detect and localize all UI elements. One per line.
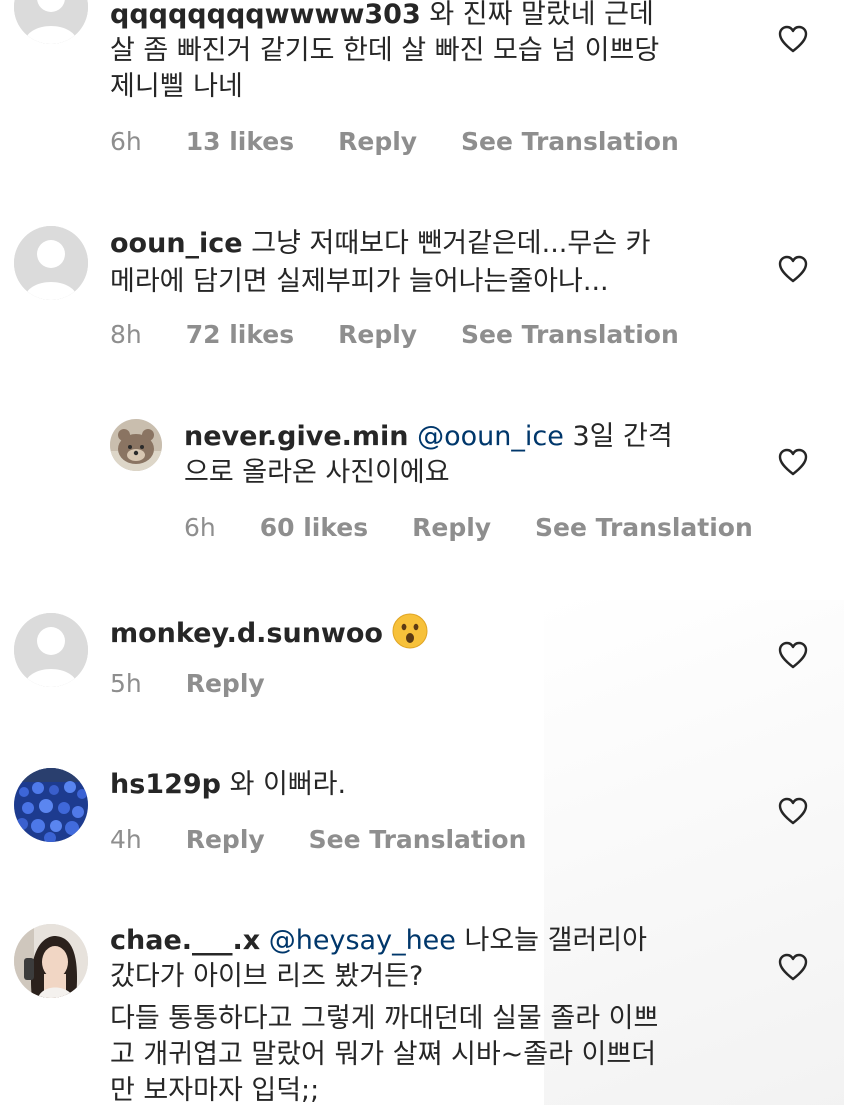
like-heart-icon[interactable]: [778, 953, 808, 981]
comment-text: hs129p 와 이뻐라.: [110, 767, 346, 803]
mention-link[interactable]: @heysay_hee: [269, 925, 456, 956]
reply-button[interactable]: Reply: [186, 825, 265, 855]
username-link[interactable]: chae.___.x: [110, 925, 260, 956]
comment-text: never.give.min @ooun_ice 3일 간격: [184, 419, 673, 455]
comment-body-line: 메라에 담기면 실제부피가 늘어나는줄아나...: [110, 266, 609, 297]
comment-body-line: 살 좀 빠진거 같기도 한데 살 빠진 모습 넘 이쁘당: [110, 35, 660, 66]
comment-text: ooun_ice 그냥 저때보다 뺀거같은데...무슨 카: [110, 226, 650, 262]
timestamp[interactable]: 6h: [110, 127, 142, 157]
comment-body-line: 갔다가 아이브 리즈 봤거든?: [110, 961, 424, 992]
comment-body: 와 이뻐라.: [229, 769, 347, 800]
selfie-avatar[interactable]: [14, 924, 88, 998]
comment-body-line: 제니삘 나네: [110, 71, 243, 102]
comment-body-line: 만 보자마자 입덕;;: [110, 1075, 320, 1106]
reply-button[interactable]: Reply: [338, 320, 417, 350]
reply-button[interactable]: Reply: [338, 127, 417, 157]
timestamp[interactable]: 5h: [110, 669, 142, 699]
likes-count[interactable]: 72 likes: [186, 320, 294, 350]
comment-body-line: 으로 올라온 사진이에요: [184, 457, 450, 488]
comment-meta: 6h 13 likes Reply See Translation: [110, 127, 715, 157]
timestamp[interactable]: 6h: [184, 513, 216, 543]
comment-body-line: 고 개귀엽고 말랐어 뭐가 살쪄 시바~졸라 이쁘더: [110, 1039, 657, 1070]
comment-text: chae.___.x @heysay_hee 나오늘 갤러리아: [110, 923, 647, 959]
bear-avatar[interactable]: [110, 419, 162, 471]
comment-meta: 5h Reply: [110, 669, 301, 699]
comment-meta: 4h Reply See Translation: [110, 825, 562, 855]
comment-body: 와 진짜 말랐네 근데: [429, 0, 654, 30]
default-avatar-icon[interactable]: [14, 0, 88, 44]
username-link[interactable]: never.give.min: [184, 421, 409, 452]
see-translation-button[interactable]: See Translation: [535, 513, 753, 543]
username-link[interactable]: ooun_ice: [110, 228, 243, 259]
timestamp[interactable]: 4h: [110, 825, 142, 855]
timestamp[interactable]: 8h: [110, 320, 142, 350]
likes-count[interactable]: 60 likes: [260, 513, 368, 543]
like-heart-icon[interactable]: [778, 797, 808, 825]
username-link[interactable]: hs129p: [110, 769, 221, 800]
comment-body-line: 다들 통통하다고 그렇게 까대던데 실물 졸라 이쁘: [110, 1003, 659, 1034]
like-heart-icon[interactable]: [778, 255, 808, 283]
comment-meta: 6h 60 likes Reply See Translation: [184, 513, 789, 543]
likes-count[interactable]: 13 likes: [186, 127, 294, 157]
blue-flowers-avatar[interactable]: [14, 768, 88, 842]
mention-link[interactable]: @ooun_ice: [417, 421, 564, 452]
default-avatar-icon[interactable]: [14, 613, 88, 687]
like-heart-icon[interactable]: [778, 25, 808, 53]
comment-body: 나오늘 갤러리아: [455, 925, 647, 956]
comment-body: 그냥 저때보다 뺀거같은데...무슨 카: [251, 228, 651, 259]
like-heart-icon[interactable]: [778, 641, 808, 669]
see-translation-button[interactable]: See Translation: [309, 825, 527, 855]
comment-body: 3일 간격: [572, 421, 673, 452]
default-avatar-icon[interactable]: [14, 226, 88, 300]
comment-meta: 8h 72 likes Reply See Translation: [110, 320, 715, 350]
like-heart-icon[interactable]: [778, 448, 808, 476]
reply-button[interactable]: Reply: [412, 513, 491, 543]
see-translation-button[interactable]: See Translation: [461, 320, 679, 350]
reply-button[interactable]: Reply: [186, 669, 265, 699]
see-translation-button[interactable]: See Translation: [461, 127, 679, 157]
comment-text: monkey.d.sunwoo: [110, 612, 429, 652]
comment-text: qqqqqqqqwwww303 와 진짜 말랐네 근데: [110, 0, 654, 33]
username-link[interactable]: qqqqqqqqwwww303: [110, 0, 421, 30]
surprised-face-emoji: [391, 612, 429, 650]
username-link[interactable]: monkey.d.sunwoo: [110, 618, 383, 649]
